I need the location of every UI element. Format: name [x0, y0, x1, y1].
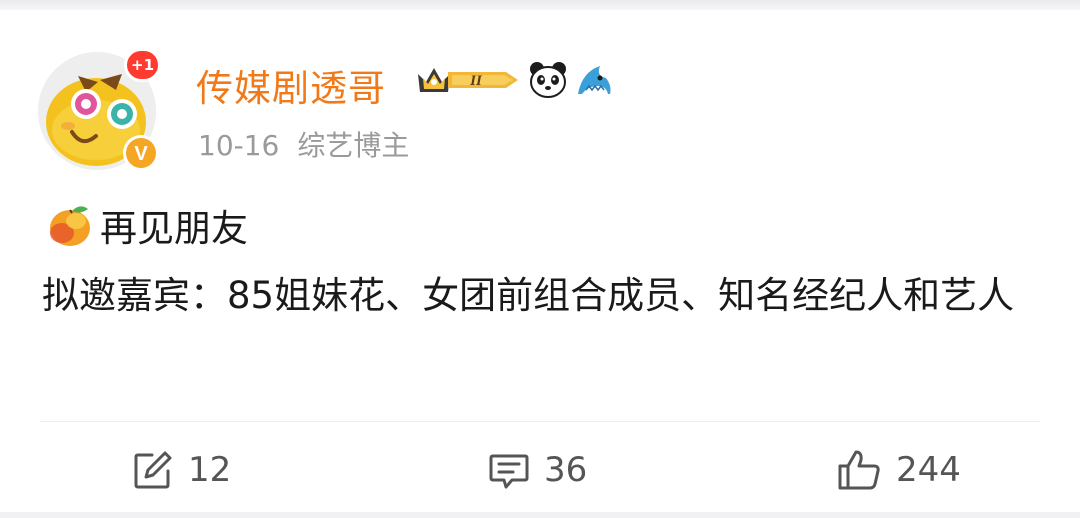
- bottom-edge: [0, 512, 1080, 518]
- post-date: 10-16: [198, 129, 280, 162]
- author-name[interactable]: 传媒剧透哥: [196, 58, 386, 112]
- comment-button[interactable]: 36: [488, 448, 587, 492]
- shark-icon[interactable]: [574, 60, 614, 104]
- author-badges: II: [414, 60, 614, 104]
- post-meta: 10-16 综艺博主: [198, 124, 409, 164]
- comment-icon: [489, 454, 529, 489]
- author-avatar[interactable]: +1 V: [38, 48, 162, 171]
- top-edge: [0, 0, 1080, 10]
- author-role: 综艺博主: [297, 129, 410, 162]
- crown-level-badge-icon[interactable]: II: [414, 60, 522, 104]
- repost-button[interactable]: 12: [132, 448, 231, 492]
- thumbs-up-icon: [838, 450, 880, 490]
- divider: [40, 421, 1040, 422]
- comment-count: 36: [544, 450, 588, 490]
- repost-icon: [134, 451, 172, 489]
- panda-icon[interactable]: [528, 60, 568, 104]
- repost-count: 12: [188, 450, 232, 490]
- post-title-text: 再见朋友: [100, 207, 248, 250]
- like-count: 244: [896, 450, 961, 490]
- verified-icon: V: [122, 134, 160, 172]
- verified-mark: V: [134, 143, 148, 165]
- weibo-post-card: +1 V 传媒剧透哥 II 10-16 综艺博主 再见朋友 拟邀嘉宾：85姐妹花…: [0, 0, 1080, 518]
- mango-icon: [50, 206, 90, 246]
- post-content: 拟邀嘉宾：85姐妹花、女团前组合成员、知名经纪人和艺人: [42, 274, 1015, 317]
- new-follower-badge: +1: [124, 48, 162, 82]
- level-badge-text: II: [469, 73, 483, 89]
- post-title: 再见朋友: [46, 198, 248, 252]
- like-button[interactable]: 244: [836, 448, 961, 492]
